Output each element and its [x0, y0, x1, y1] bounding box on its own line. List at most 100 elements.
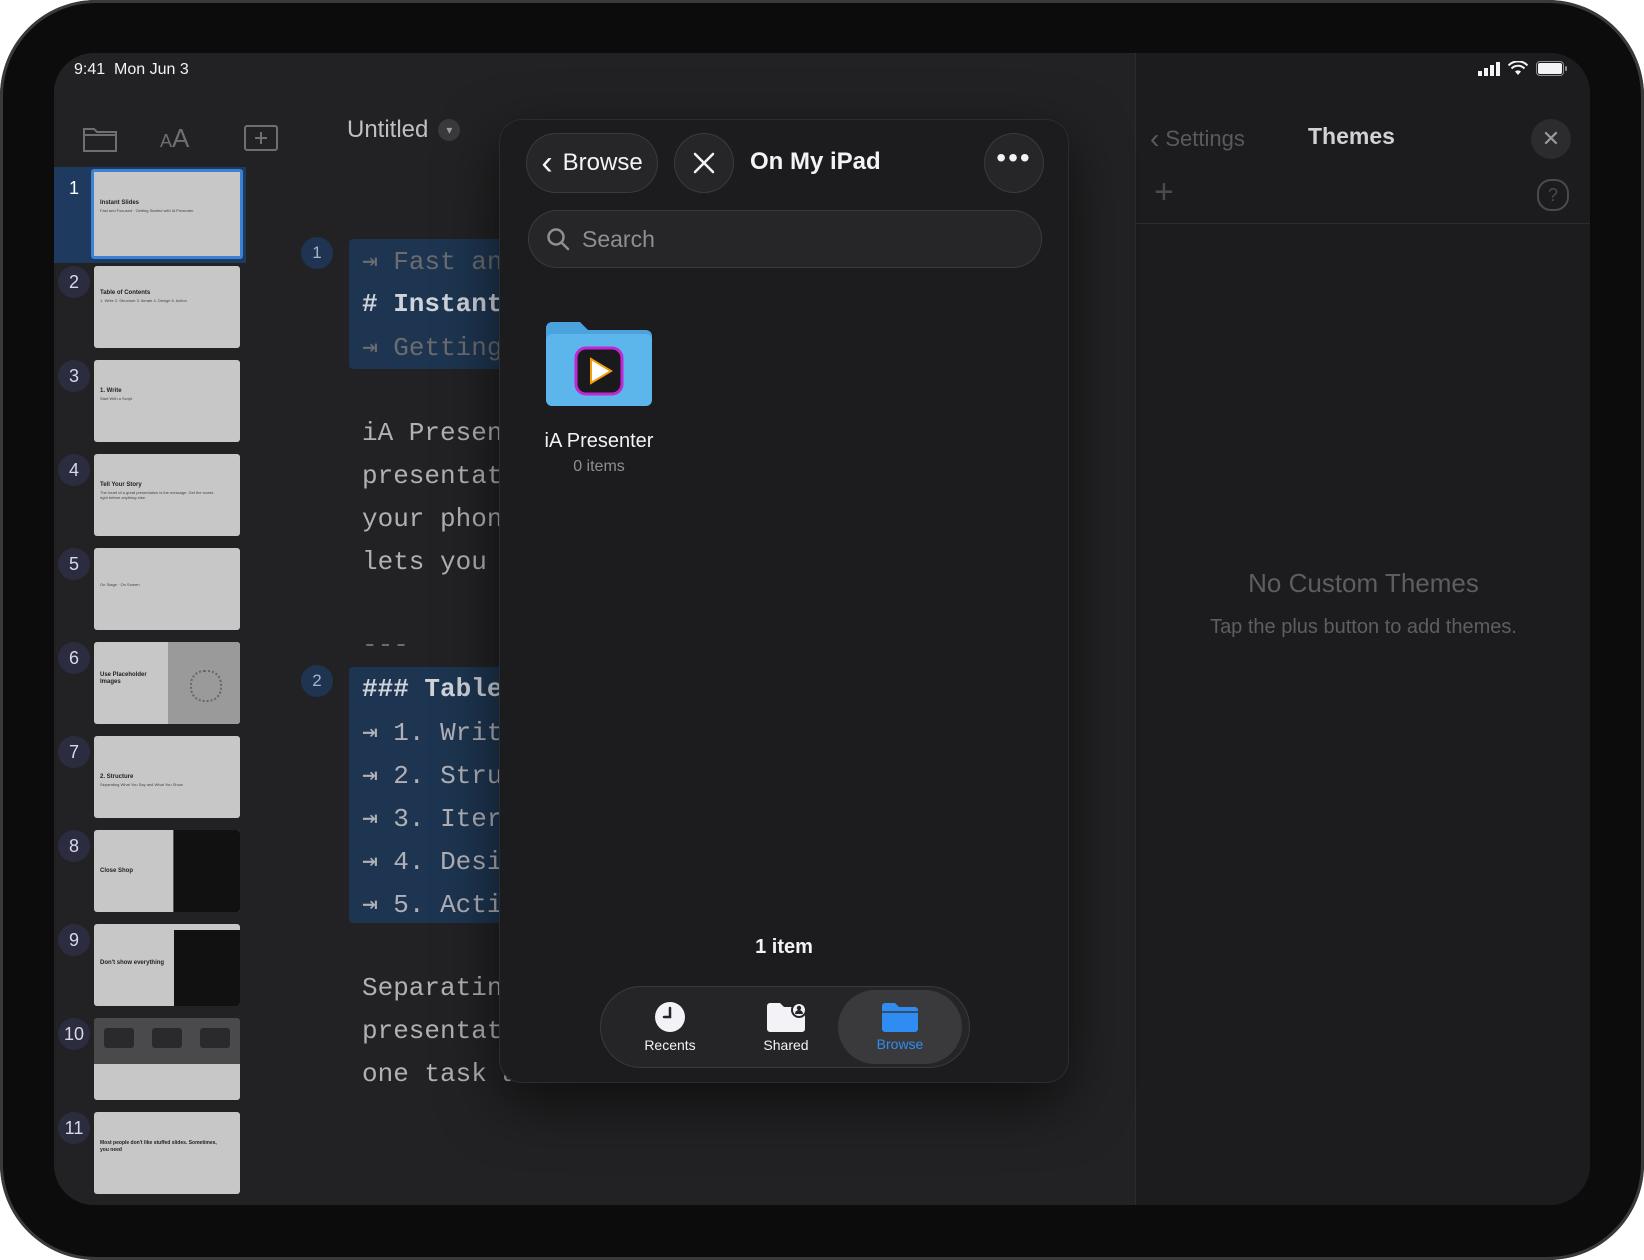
ipad-bezel: 9:41 Mon Jun 3 AA Untitled ▾ 1 Instant S…	[0, 0, 1644, 1260]
document-title[interactable]: Untitled ▾	[347, 113, 461, 147]
status-time: 9:41 Mon Jun 3	[74, 61, 189, 78]
document-title-text: Untitled	[347, 116, 429, 143]
tab-shared-label: Shared	[763, 1037, 809, 1053]
slide-preview	[94, 1018, 240, 1100]
chevron-down-icon: ▾	[438, 119, 461, 141]
slide-thumbnail[interactable]: 11 Most people don't like stuffed slides…	[54, 1107, 246, 1203]
slide-number: 7	[58, 736, 90, 768]
ellipsis-icon: •••	[996, 142, 1032, 173]
slide-thumbnail[interactable]: 8 Close Shop	[54, 825, 246, 921]
empty-state-subtitle: Tap the plus button to add themes.	[1210, 616, 1517, 638]
empty-state-title: No Custom Themes	[1248, 568, 1479, 598]
slide-thumbnail-list[interactable]: 1 Instant Slides Fast and Focused · Getti…	[54, 167, 246, 1205]
tab-shared[interactable]: Shared	[724, 990, 848, 1064]
folder-item-count: 0 items	[573, 458, 625, 475]
help-button[interactable]: ?	[1537, 179, 1569, 211]
close-icon	[693, 152, 715, 174]
slide-thumbnail[interactable]: 1 Instant Slides Fast and Focused · Getti…	[54, 167, 246, 263]
plus-icon: +	[1154, 173, 1174, 211]
slide-preview: Tell Your Story The heart of a great pres…	[94, 454, 240, 536]
shared-folder-icon	[767, 1002, 806, 1032]
location-title: On My iPad	[750, 148, 881, 175]
themes-toolbar: + ?	[1136, 167, 1590, 224]
ipad-screen: 9:41 Mon Jun 3 AA Untitled ▾ 1 Instant S…	[54, 53, 1590, 1205]
slide-marker[interactable]: 1	[301, 237, 333, 269]
folder-icon	[882, 1003, 918, 1032]
search-input[interactable]	[580, 224, 1024, 254]
slide-preview: Close Shop	[94, 830, 240, 912]
add-theme-button[interactable]: +	[1154, 173, 1174, 212]
slide-number: 11	[58, 1112, 90, 1144]
code-line: presentat	[362, 1016, 503, 1046]
themes-header: ‹ Settings Themes ✕	[1136, 113, 1590, 163]
folder-item[interactable]: iA Presenter 0 items	[534, 318, 664, 488]
slide-preview: Table of Contents 1. Write 2. Structure 3…	[94, 266, 240, 348]
browse-back-label: Browse	[562, 149, 643, 176]
more-options-button[interactable]: •••	[984, 133, 1044, 193]
slide-thumbnail[interactable]: 3 1. Write Start With a Script	[54, 355, 246, 451]
tab-recents-label: Recents	[644, 1037, 696, 1053]
settings-back-button[interactable]: ‹ Settings	[1150, 123, 1245, 155]
code-line: ⇥ 3. Iter	[362, 804, 503, 834]
slide-thumbnail[interactable]: 2 Table of Contents 1. Write 2. Structure…	[54, 261, 246, 357]
slide-preview: On Stage · On Screen	[94, 548, 240, 630]
slide-preview: Don't show everything	[94, 924, 240, 1006]
themes-title: Themes	[1308, 123, 1395, 149]
code-line: presentat	[362, 461, 503, 491]
app-folder-icon	[546, 322, 652, 406]
slide-thumbnail[interactable]: 6 Use Placeholder Images	[54, 637, 246, 733]
slide-preview: Instant Slides Fast and Focused · Getting…	[91, 169, 243, 259]
slide-number: 10	[58, 1018, 90, 1050]
slide-number: 8	[58, 830, 90, 862]
slide-preview: Most people don't like stuffed slides. S…	[94, 1112, 240, 1194]
folder-name: iA Presenter	[544, 430, 654, 452]
tab-browse[interactable]: Browse	[838, 990, 962, 1064]
themes-panel: ‹ Settings Themes ✕ + ? No Custom Themes…	[1135, 53, 1590, 1205]
text-size-icon[interactable]: AA	[160, 123, 196, 157]
question-icon: ?	[1547, 184, 1558, 205]
close-icon: ✕	[1541, 126, 1561, 151]
chevron-left-icon: ‹	[1150, 123, 1160, 154]
picker-tab-bar: Recents Shared Browse	[600, 986, 970, 1068]
code-line: Separatin	[362, 973, 503, 1003]
status-bar: 9:41 Mon Jun 3	[54, 53, 1135, 93]
code-line: iA Presen	[362, 418, 503, 448]
clock-icon	[655, 1002, 685, 1032]
code-line: ⇥ Fast an	[362, 247, 503, 277]
code-line: ### Table	[362, 674, 503, 704]
search-field[interactable]	[528, 210, 1042, 268]
code-line: ⇥ 1. Writ	[362, 718, 503, 748]
code-line: ⇥ 4. Desi	[362, 847, 503, 877]
slide-number: 1	[68, 177, 79, 198]
code-line: your phon	[362, 504, 503, 534]
slide-thumbnail[interactable]: 9 Don't show everything	[54, 919, 246, 1015]
slide-number: 3	[58, 360, 90, 392]
close-picker-button[interactable]	[674, 133, 734, 193]
code-line: lets you	[362, 547, 487, 577]
slide-thumbnail[interactable]: 5 On Stage · On Screen	[54, 543, 246, 639]
code-line: # Instant	[362, 289, 503, 319]
chevron-left-icon: ‹	[541, 144, 553, 182]
slide-number: 6	[58, 642, 90, 674]
slide-thumbnail[interactable]: 10	[54, 1013, 246, 1109]
code-line: ⇥ 5. Acti	[362, 890, 503, 920]
slide-marker[interactable]: 2	[301, 665, 333, 697]
slide-thumbnail[interactable]: 7 2. Structure Separating What You Say an…	[54, 731, 246, 827]
item-count-label: 1 item	[755, 936, 813, 958]
tab-browse-label: Browse	[876, 1036, 924, 1052]
tab-recents[interactable]: Recents	[608, 990, 732, 1064]
close-themes-button[interactable]: ✕	[1531, 119, 1571, 159]
slide-number: 5	[58, 548, 90, 580]
slide-preview: 2. Structure Separating What You Say and …	[94, 736, 240, 818]
search-icon	[547, 228, 570, 251]
add-slide-icon[interactable]	[243, 123, 279, 157]
file-picker: ‹ Browse On My iPad ••• Search iA Presen…	[500, 120, 1068, 1082]
slide-preview: Use Placeholder Images	[94, 642, 240, 724]
browse-back-button[interactable]: ‹ Browse	[526, 133, 658, 193]
settings-back-label: Settings	[1165, 126, 1245, 151]
folder-icon[interactable]	[82, 123, 118, 157]
code-line: ⇥ 2. Stru	[362, 761, 503, 791]
slide-number: 4	[58, 454, 90, 486]
code-line: ⇥ Getting	[362, 333, 503, 363]
slide-thumbnail[interactable]: 4 Tell Your Story The heart of a great pr…	[54, 449, 246, 545]
